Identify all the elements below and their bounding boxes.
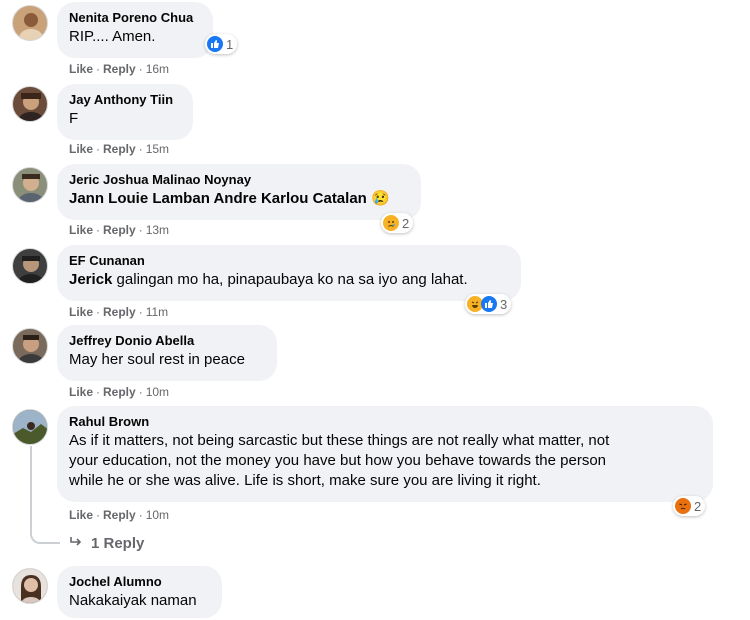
reply-button[interactable]: Reply — [103, 61, 136, 77]
avatar[interactable] — [12, 5, 48, 41]
like-button[interactable]: Like — [69, 304, 93, 320]
comment-actions: Like · Reply · 16m — [69, 61, 170, 77]
comment-timestamp[interactable]: 11m — [146, 304, 168, 320]
angry-icon — [675, 498, 691, 514]
comment-actions: Like · Reply · 13m — [69, 222, 170, 238]
thread-elbow — [30, 530, 60, 544]
reaction-count: 1 — [226, 36, 234, 52]
reaction-summary[interactable]: 2 — [673, 496, 706, 516]
comment-author[interactable]: Jeric Joshua Malinao Noynay — [69, 171, 409, 188]
like-icon — [207, 36, 223, 52]
reaction-count: 2 — [402, 215, 410, 231]
reaction-count: 3 — [500, 296, 508, 312]
sad-icon — [383, 215, 399, 231]
comment-text-line: while he or she was alive. Life is short… — [69, 472, 541, 489]
comment-text-line: As if it matters, not being sarcastic bu… — [69, 432, 610, 449]
reply-button[interactable]: Reply — [103, 384, 136, 400]
avatar[interactable] — [12, 568, 48, 604]
comment-text: RIP.... Amen. — [69, 28, 156, 45]
comment-bubble: Rahul Brown As if it matters, not being … — [57, 406, 713, 502]
comment-bubble: Jeric Joshua Malinao Noynay Jann Louie L… — [57, 164, 421, 220]
comment-timestamp[interactable]: 10m — [146, 507, 169, 523]
thread-line — [30, 446, 32, 530]
reply-button[interactable]: Reply — [103, 304, 136, 320]
like-button[interactable]: Like — [69, 141, 93, 157]
reaction-summary[interactable]: 2 — [381, 213, 414, 233]
reply-button[interactable]: Reply — [103, 222, 136, 238]
comment-bubble: Jochel Alumno Nakakaiyak naman — [57, 566, 222, 618]
avatar[interactable] — [12, 328, 48, 364]
reaction-count: 2 — [694, 498, 702, 514]
tagged-user[interactable]: Jann Louie Lamban Andre Karlou Catalan — [69, 190, 367, 207]
comment-text: May her soul rest in peace — [69, 351, 245, 368]
like-button[interactable]: Like — [69, 222, 93, 238]
like-button[interactable]: Like — [69, 507, 93, 523]
like-icon — [481, 296, 497, 312]
view-replies-link[interactable]: 1 Reply — [69, 535, 144, 552]
comment-text: 😢 — [371, 190, 390, 207]
avatar[interactable] — [12, 86, 48, 122]
avatar[interactable] — [12, 248, 48, 284]
like-button[interactable]: Like — [69, 61, 93, 77]
comment-author[interactable]: EF Cunanan — [69, 252, 509, 269]
avatar[interactable] — [12, 409, 48, 445]
comment-text-line: your education, not the money you have b… — [69, 452, 607, 469]
comment-timestamp[interactable]: 15m — [146, 141, 169, 157]
reaction-summary[interactable]: 1 — [205, 34, 238, 54]
comment-actions: Like · Reply · 10m — [69, 384, 170, 400]
comment-text: galingan mo ha, pinapaubaya ko na sa iyo… — [116, 271, 468, 288]
view-replies-label: 1 Reply — [91, 535, 145, 552]
avatar[interactable] — [12, 167, 48, 203]
comment-bubble: Jeffrey Donio Abella May her soul rest i… — [57, 325, 277, 381]
reply-button[interactable]: Reply — [103, 507, 136, 523]
comment-timestamp[interactable]: 10m — [146, 384, 169, 400]
comment-bubble: Nenita Poreno Chua RIP.... Amen. — [57, 2, 213, 58]
comment-actions: Like · Reply · 15m — [69, 141, 170, 157]
like-button[interactable]: Like — [69, 384, 93, 400]
comment-author[interactable]: Jay Anthony Tiin — [69, 91, 181, 108]
comment-bubble: EF Cunanan Jerick galingan mo ha, pinapa… — [57, 245, 521, 301]
comment-text: Nakakaiyak naman — [69, 592, 197, 609]
tagged-user[interactable]: Jerick — [69, 271, 112, 288]
comment-author[interactable]: Jeffrey Donio Abella — [69, 332, 265, 349]
reaction-summary[interactable]: 3 — [465, 294, 512, 314]
reply-arrow-icon — [69, 535, 83, 552]
comment-text: F — [69, 110, 79, 127]
comment-timestamp[interactable]: 13m — [146, 222, 169, 238]
comment-author[interactable]: Nenita Poreno Chua — [69, 9, 201, 26]
reply-button[interactable]: Reply — [103, 141, 136, 157]
comment-author[interactable]: Jochel Alumno — [69, 573, 210, 590]
comment-timestamp[interactable]: 16m — [146, 61, 169, 77]
comment-bubble: Jay Anthony Tiin F — [57, 84, 193, 140]
comment-actions: Like · Reply · 10m — [69, 507, 170, 523]
comment-actions: Like · Reply · 11m — [69, 304, 169, 320]
comment-author[interactable]: Rahul Brown — [69, 413, 701, 430]
